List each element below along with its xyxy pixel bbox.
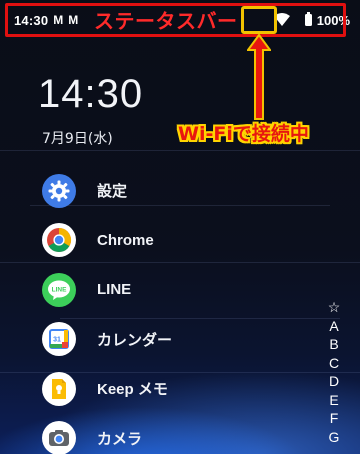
chrome-icon bbox=[42, 223, 76, 258]
alphabet-index-letter[interactable]: A bbox=[329, 317, 338, 336]
app-item-chrome[interactable]: Chrome bbox=[42, 216, 302, 266]
wifi-highlight-box bbox=[241, 6, 277, 34]
alphabet-index-letter[interactable]: D bbox=[329, 372, 339, 391]
app-item-keep[interactable]: Keep メモ bbox=[42, 364, 302, 414]
camera-icon bbox=[42, 421, 76, 454]
alphabet-index[interactable]: ☆ A B C D E F G bbox=[327, 298, 341, 446]
app-label: 設定 bbox=[97, 183, 128, 201]
app-label: Chrome bbox=[97, 231, 154, 249]
app-item-settings[interactable]: 設定 bbox=[42, 166, 302, 216]
wallpaper-streak bbox=[0, 150, 360, 151]
app-label: カメラ bbox=[97, 430, 143, 448]
home-screen: 14:30 M M 100% ステータスバー Wi-Fiで接続中 14:30 7… bbox=[0, 0, 360, 454]
app-label: Keep メモ bbox=[97, 381, 168, 399]
callout-arrow-icon bbox=[247, 34, 271, 120]
app-label: カレンダー bbox=[97, 331, 173, 349]
keep-icon bbox=[42, 371, 76, 406]
calendar-icon: 31 bbox=[42, 322, 76, 357]
svg-text:LINE: LINE bbox=[52, 286, 67, 293]
svg-text:31: 31 bbox=[53, 337, 61, 344]
app-label: LINE bbox=[97, 281, 132, 299]
wifi-annotation-label: Wi-Fiで接続中 bbox=[178, 123, 309, 145]
alphabet-index-letter[interactable]: G bbox=[329, 428, 340, 447]
settings-gear-icon bbox=[42, 173, 76, 208]
alphabet-index-letter[interactable]: E bbox=[329, 391, 338, 410]
app-list: 設定 Chrome LINE LINE 31 カレンダー Keep メモ カメラ bbox=[42, 166, 302, 454]
lockscreen-date: 7月9日(水) bbox=[42, 131, 113, 147]
alphabet-index-letter[interactable]: C bbox=[329, 354, 339, 373]
app-item-line[interactable]: LINE LINE bbox=[42, 265, 302, 315]
alphabet-index-favorites[interactable]: ☆ bbox=[328, 298, 341, 317]
alphabet-index-letter[interactable]: F bbox=[330, 409, 339, 428]
alphabet-index-letter[interactable]: B bbox=[329, 335, 338, 354]
status-bar-annotation-label: ステータスバー bbox=[94, 9, 238, 33]
line-icon: LINE bbox=[42, 272, 76, 307]
lockscreen-clock: 14:30 bbox=[38, 72, 144, 116]
app-item-camera[interactable]: カメラ bbox=[42, 414, 302, 454]
app-item-calendar[interactable]: 31 カレンダー bbox=[42, 315, 302, 365]
